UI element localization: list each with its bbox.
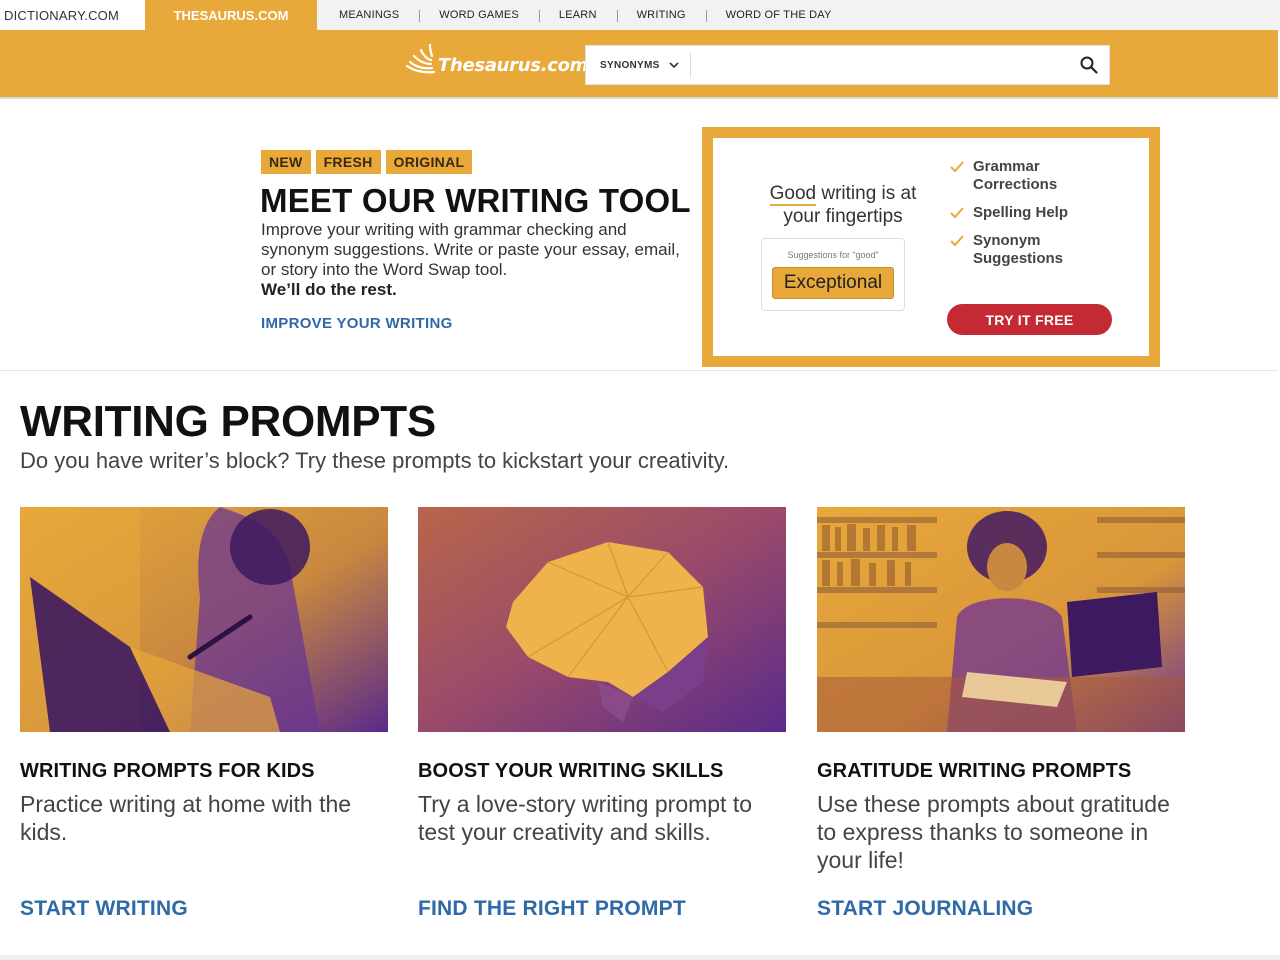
site-switcher-bar: DICTIONARY.COM THESAURUS.COM MEANINGS WO…: [0, 0, 1280, 30]
feature-label: Synonym Suggestions: [973, 232, 1064, 267]
prompt-card-gratitude: GRATITUDE WRITING PROMPTS Use these prom…: [817, 507, 1185, 920]
card-description: Practice writing at home with the kids.: [20, 791, 352, 845]
search-icon: [1080, 56, 1098, 74]
section-subtitle: Do you have writer’s block? Try these pr…: [20, 448, 730, 473]
footer-edge: [0, 955, 1280, 960]
badge-new: NEW: [261, 150, 311, 174]
search-type-label: SYNONYMS: [600, 59, 660, 71]
thesaurus-logo[interactable]: Thesaurus.com: [404, 42, 588, 82]
section-title: WRITING PROMPTS: [20, 397, 436, 446]
nav-item-writing[interactable]: WRITING: [616, 9, 706, 22]
suggestion-word: Exceptional: [772, 267, 894, 299]
feature-label: Grammar Corrections: [973, 158, 1058, 193]
top-nav: MEANINGS WORD GAMES LEARN WRITING WORD O…: [317, 0, 852, 30]
card-title[interactable]: BOOST YOUR WRITING SKILLS: [418, 760, 723, 783]
ad-headline: Good writing is at your fingertips: [763, 182, 923, 228]
nav-item-word-of-the-day[interactable]: WORD OF THE DAY: [705, 9, 852, 22]
feature-item: Spelling Help: [949, 204, 1099, 222]
suggestion-label: Suggestions for “good”: [787, 250, 879, 260]
find-prompt-link[interactable]: FIND THE RIGHT PROMPT: [418, 897, 686, 921]
nav-item-word-games[interactable]: WORD GAMES: [419, 9, 539, 22]
site-tab-dictionary[interactable]: DICTIONARY.COM: [0, 0, 145, 30]
promo-description: Improve your writing with grammar checki…: [261, 220, 680, 279]
search-type-select[interactable]: SYNONYMS: [586, 52, 691, 78]
promo-tagline: We’ll do the rest.: [261, 280, 397, 299]
improve-writing-link[interactable]: IMPROVE YOUR WRITING: [261, 315, 453, 332]
promo-badges: NEW FRESH ORIGINAL: [261, 150, 473, 174]
start-writing-link[interactable]: START WRITING: [20, 897, 188, 921]
paper-brain-image[interactable]: [418, 507, 786, 732]
prompt-card-kids: WRITING PROMPTS FOR KIDS Practice writin…: [20, 507, 388, 920]
nav-item-learn[interactable]: LEARN: [538, 9, 617, 22]
nav-item-meanings[interactable]: MEANINGS: [317, 9, 419, 21]
card-title[interactable]: WRITING PROMPTS FOR KIDS: [20, 760, 315, 783]
feature-item: Grammar Corrections: [949, 158, 1099, 194]
chevron-down-icon: [669, 62, 679, 69]
site-tab-thesaurus[interactable]: THESAURUS.COM: [145, 0, 317, 30]
badge-original: ORIGINAL: [385, 150, 473, 174]
try-it-free-button[interactable]: TRY IT FREE: [947, 304, 1112, 335]
gratitude-journaling-image[interactable]: [817, 507, 1185, 732]
promo-title: MEET OUR WRITING TOOL: [260, 182, 691, 219]
feature-label: Spelling Help: [973, 204, 1069, 221]
search-bar: SYNONYMS: [585, 45, 1110, 85]
check-icon: [950, 235, 964, 247]
check-icon: [950, 161, 964, 173]
badge-fresh: FRESH: [315, 150, 381, 174]
ad-headline-good: Good: [769, 183, 817, 206]
ad-panel: Good writing is at your fingertips Sugge…: [713, 138, 1149, 356]
check-icon: [950, 207, 964, 219]
site-header: Thesaurus.com SYNONYMS: [0, 30, 1278, 99]
writing-tool-ad[interactable]: Good writing is at your fingertips Sugge…: [702, 127, 1160, 367]
search-input[interactable]: [690, 50, 1069, 80]
prompt-card-skills: BOOST YOUR WRITING SKILLS Try a love-sto…: [418, 507, 786, 920]
logo-text: Thesaurus.com: [438, 54, 589, 76]
kids-writing-image[interactable]: [20, 507, 388, 732]
sunburst-logo-icon: [405, 43, 436, 74]
search-button[interactable]: [1069, 45, 1109, 85]
feature-item: Synonym Suggestions: [949, 232, 1099, 268]
card-description: Use these prompts about gratitude to exp…: [817, 791, 1170, 873]
start-journaling-link[interactable]: START JOURNALING: [817, 897, 1033, 921]
card-description: Try a love-story writing prompt to test …: [418, 791, 753, 845]
suggestion-card: Suggestions for “good” Exceptional: [761, 238, 905, 311]
section-divider: [0, 370, 1278, 371]
feature-list: Grammar Corrections Spelling Help Synony…: [949, 158, 1099, 278]
card-title[interactable]: GRATITUDE WRITING PROMPTS: [817, 760, 1131, 783]
